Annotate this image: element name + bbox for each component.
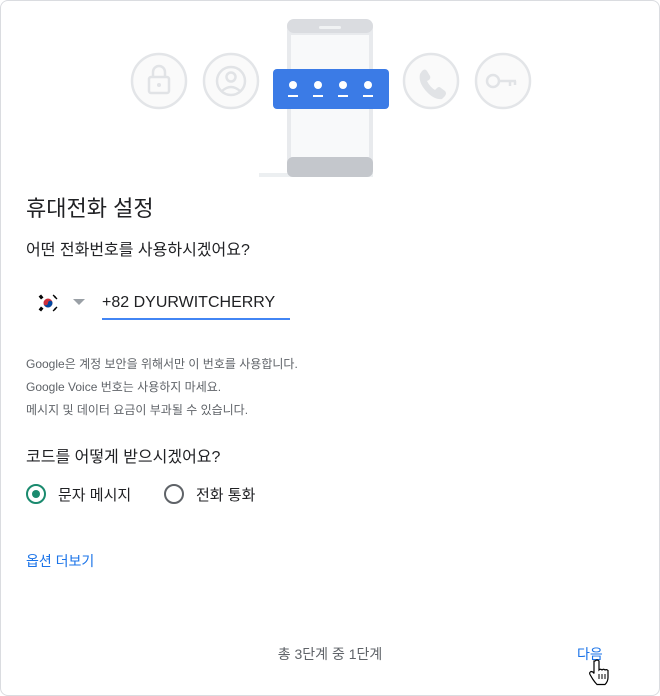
phone-number-input[interactable]	[102, 290, 290, 320]
korea-flag-icon	[37, 293, 59, 313]
page-title: 휴대전화 설정	[26, 196, 154, 221]
radio-label: 문자 메시지	[58, 486, 132, 504]
lock-icon	[130, 52, 188, 110]
note-line: 메시지 및 데이터 요금이 부과될 수 있습니다.	[26, 403, 249, 417]
radio-unchecked-icon	[164, 484, 184, 504]
account-icon	[202, 52, 260, 110]
radio-label: 전화 통화	[196, 486, 256, 504]
radio-sms[interactable]: 문자 메시지	[26, 482, 131, 506]
phone-icon	[402, 52, 460, 110]
hero-illustration	[130, 19, 532, 177]
pin-dots-icon	[273, 69, 389, 109]
setup-card: 휴대전화 설정 어떤 전화번호를 사용하시겠어요? Google은 계정 보안을…	[0, 0, 660, 696]
note-line: Google Voice 번호는 사용하지 마세요.	[26, 380, 222, 394]
more-options-link[interactable]: 옵션 더보기	[26, 551, 94, 571]
method-question: 코드를 어떻게 받으시겠어요?	[26, 449, 221, 466]
country-selector[interactable]	[37, 291, 91, 315]
note-line: Google은 계정 보안을 위해서만 이 번호를 사용합니다.	[26, 357, 298, 371]
chevron-down-icon	[73, 299, 85, 305]
radio-voice-call[interactable]: 전화 통화	[164, 482, 255, 506]
key-icon	[474, 52, 532, 110]
step-indicator: 총 3단계 중 1단계	[277, 646, 383, 662]
phone-usage-notes: Google은 계정 보안을 위해서만 이 번호를 사용합니다. Google …	[26, 353, 298, 422]
radio-checked-icon	[26, 484, 46, 504]
phone-question: 어떤 전화번호를 사용하시겠어요?	[26, 242, 250, 259]
hand-cursor-icon	[589, 659, 609, 686]
